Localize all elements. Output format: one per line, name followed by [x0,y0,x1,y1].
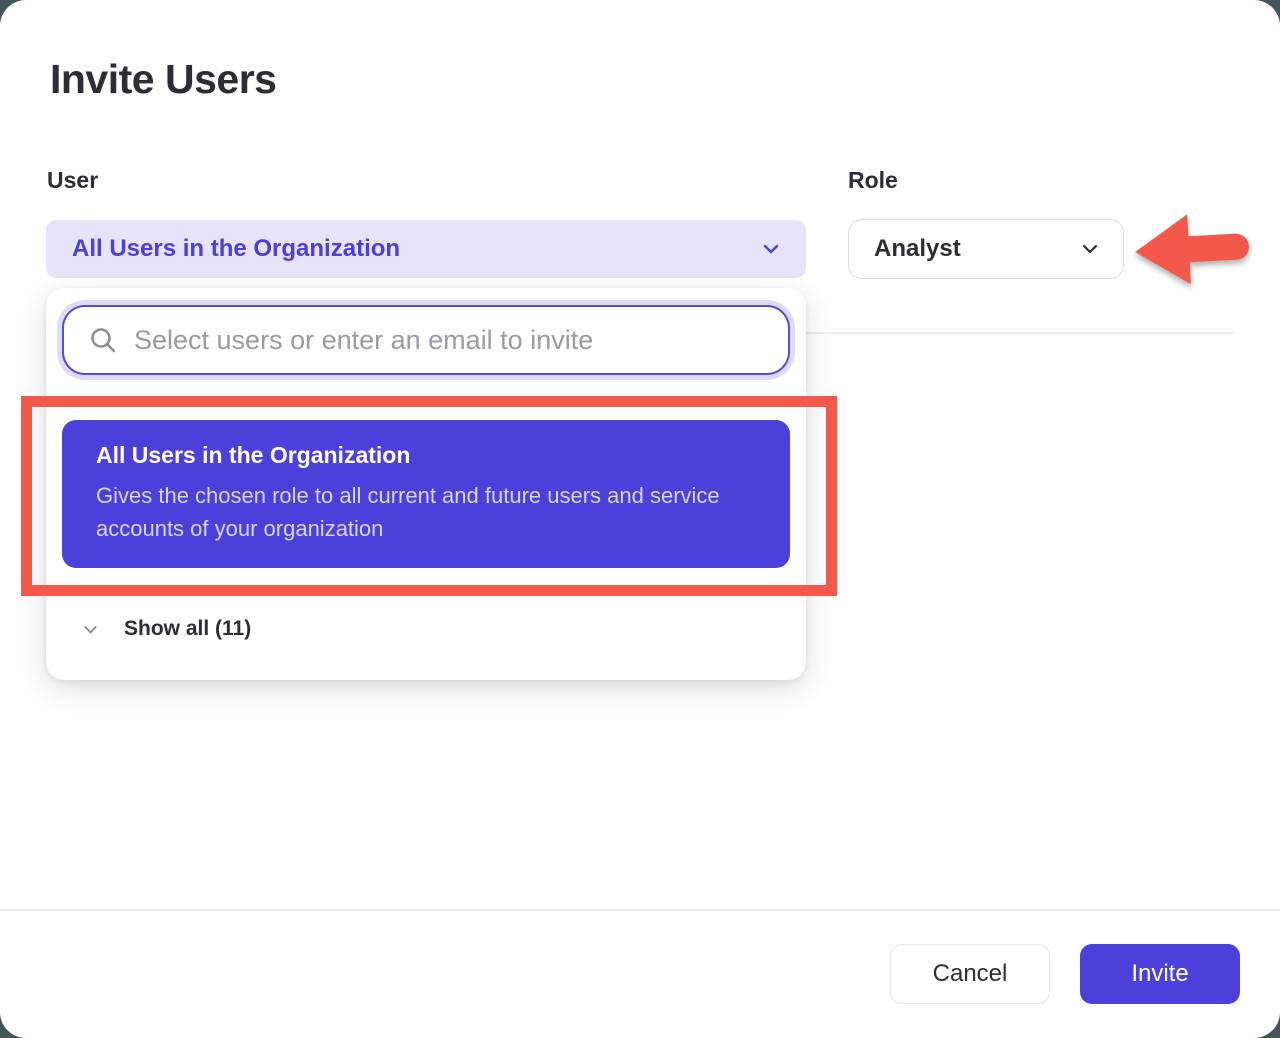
invite-button[interactable]: Invite [1080,944,1240,1004]
user-select-value: All Users in the Organization [72,235,760,263]
search-focus-ring [57,300,795,380]
role-select-dropdown[interactable]: Analyst [848,219,1124,279]
page-title: Invite Users [50,56,276,103]
show-all-toggle[interactable]: Show all (11) [46,604,806,654]
role-select-value: Analyst [874,235,1079,263]
user-search-field[interactable] [62,305,790,375]
chevron-down-icon [760,238,782,260]
option-description: Gives the chosen role to all current and… [96,479,760,545]
search-input[interactable] [134,325,768,356]
option-title: All Users in the Organization [96,442,760,469]
search-icon [88,325,118,355]
user-dropdown-panel: All Users in the Organization Gives the … [46,288,806,680]
chevron-down-icon [1079,238,1101,260]
footer-divider [0,909,1280,911]
option-all-users[interactable]: All Users in the Organization Gives the … [62,420,790,568]
cancel-button[interactable]: Cancel [890,944,1050,1004]
invite-users-dialog: Invite Users User Role All Users in the … [0,0,1280,1038]
red-arrow-icon [1129,206,1257,290]
role-field-label: Role [848,167,898,194]
show-all-label: Show all (11) [124,617,251,641]
chevron-down-icon [82,621,99,638]
user-field-label: User [47,167,98,194]
user-select-dropdown[interactable]: All Users in the Organization [46,220,806,278]
